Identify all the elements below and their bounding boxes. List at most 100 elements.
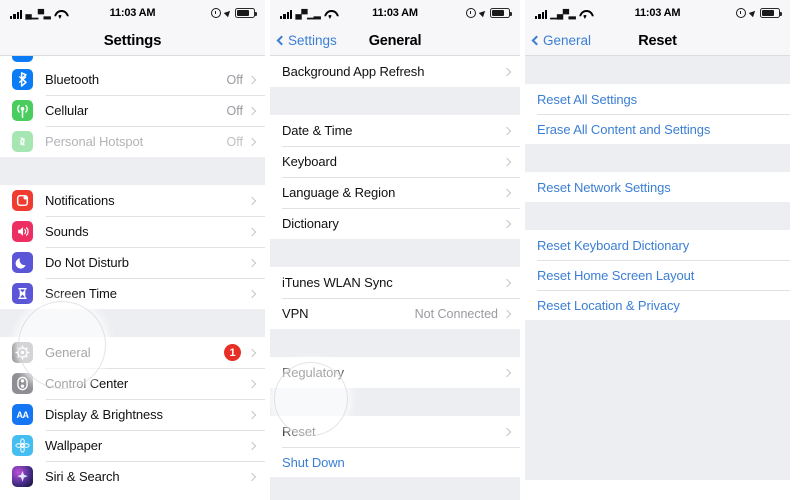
row-label: Screen Time — [45, 286, 117, 301]
chevron-right-icon — [247, 379, 257, 388]
chevron-right-icon — [502, 126, 512, 135]
general-gear-icon — [12, 342, 33, 363]
personal-hotspot-icon — [12, 131, 33, 152]
status-bar: ▄▁▀▂ 11:03 AM — [0, 0, 265, 26]
chevron-right-icon — [247, 227, 257, 236]
row-value: Off — [226, 134, 243, 149]
do-not-disturb-icon — [12, 252, 33, 273]
list-item-reset-home-screen-layout[interactable]: Reset Home Screen Layout — [525, 260, 790, 290]
gear-glyph — [15, 345, 30, 360]
group-separator — [270, 388, 520, 416]
row-label: Display & Brightness — [45, 407, 163, 422]
toggles-glyph — [17, 376, 28, 391]
row-label: Sounds — [45, 224, 89, 239]
sidebar-item-bluetooth[interactable]: Bluetooth Off — [0, 64, 265, 95]
sidebar-item-personal-hotspot[interactable]: Personal Hotspot Off — [0, 126, 265, 157]
settings-list[interactable]: Bluetooth Off Cellular Off Personal Hots… — [0, 56, 265, 500]
chevron-right-icon — [247, 196, 257, 205]
cellular-icon — [12, 100, 33, 121]
chevron-right-icon — [247, 441, 257, 450]
sidebar-item-siri-search[interactable]: Siri & Search — [0, 461, 265, 492]
back-button[interactable]: General — [531, 33, 591, 48]
row-label: Date & Time — [282, 123, 353, 138]
list-item-reset-all-settings[interactable]: Reset All Settings — [525, 84, 790, 114]
row-label: Control Center — [45, 376, 129, 391]
list-item-language-region[interactable]: Language & Region — [270, 177, 520, 208]
battery-icon — [490, 8, 512, 18]
list-bottom-filler — [525, 320, 790, 480]
screen-time-icon — [12, 283, 33, 304]
chevron-right-icon — [502, 427, 512, 436]
row-label: Wallpaper — [45, 438, 103, 453]
sidebar-item-notifications[interactable]: Notifications — [0, 185, 265, 216]
list-item-reset-keyboard-dictionary[interactable]: Reset Keyboard Dictionary — [525, 230, 790, 260]
group-system: General 1 Control Center AA Display & Br… — [0, 337, 265, 492]
chevron-right-icon — [247, 258, 257, 267]
group-connectivity: Bluetooth Off Cellular Off Personal Hots… — [0, 64, 265, 157]
general-list[interactable]: Background App Refresh Date & Time Keybo… — [270, 56, 520, 500]
group-separator — [525, 202, 790, 230]
battery-icon — [760, 8, 782, 18]
sidebar-item-cellular[interactable]: Cellular Off — [0, 95, 265, 126]
row-label: Siri & Search — [45, 469, 120, 484]
group-separator — [0, 157, 265, 185]
row-label: Dictionary — [282, 216, 339, 231]
sidebar-item-sounds[interactable]: Sounds — [0, 216, 265, 247]
group-separator — [0, 309, 265, 337]
sidebar-item-control-center[interactable]: Control Center — [0, 368, 265, 399]
list-item-dictionary[interactable]: Dictionary — [270, 208, 520, 239]
list-item-reset-network-settings[interactable]: Reset Network Settings — [525, 172, 790, 202]
row-value: Off — [226, 103, 243, 118]
row-label: Bluetooth — [45, 72, 100, 87]
reset-list[interactable]: Reset All Settings Erase All Content and… — [525, 56, 790, 500]
group-background-refresh: Background App Refresh — [270, 56, 520, 87]
nav-bar-reset: General Reset — [525, 26, 790, 56]
row-label: iTunes WLAN Sync — [282, 275, 393, 290]
list-item-date-time[interactable]: Date & Time — [270, 115, 520, 146]
list-item-itunes-wlan-sync[interactable]: iTunes WLAN Sync — [270, 267, 520, 298]
sidebar-item-general[interactable]: General 1 — [0, 337, 265, 368]
sidebar-item-wallpaper[interactable]: Wallpaper — [0, 430, 265, 461]
panel-reset: ▁▄▀▂ 11:03 AM General Reset Reset All Se… — [525, 0, 790, 500]
group-localization: Date & Time Keyboard Language & Region D… — [270, 115, 520, 239]
group-reset-all: Reset All Settings Erase All Content and… — [525, 84, 790, 144]
chevron-right-icon — [247, 410, 257, 419]
list-item-reset[interactable]: Reset — [270, 416, 520, 447]
alarm-icon — [211, 8, 221, 18]
sidebar-item-display-brightness[interactable]: AA Display & Brightness — [0, 399, 265, 430]
group-reset-shutdown: Reset Shut Down — [270, 416, 520, 477]
row-value: Not Connected — [414, 306, 498, 321]
panel-general: ▄▀▁▂ 11:03 AM Settings General Backgroun… — [270, 0, 520, 500]
chevron-right-icon — [502, 368, 512, 377]
chevron-left-icon — [531, 35, 542, 46]
siri-glyph — [17, 470, 28, 482]
chevron-right-icon — [247, 289, 257, 298]
group-partial-top — [0, 56, 265, 64]
status-badge: 1 — [224, 344, 241, 361]
control-center-icon — [12, 373, 33, 394]
list-item-erase-all-content-and-settings[interactable]: Erase All Content and Settings — [525, 114, 790, 144]
sidebar-item-screen-time[interactable]: Screen Time — [0, 278, 265, 309]
sounds-icon — [12, 221, 33, 242]
row-label: Reset All Settings — [537, 91, 638, 107]
list-item-keyboard[interactable]: Keyboard — [270, 146, 520, 177]
chevron-right-icon — [502, 188, 512, 197]
group-separator — [270, 87, 520, 115]
back-button[interactable]: Settings — [276, 33, 337, 48]
group-separator — [270, 329, 520, 357]
chevron-right-icon — [247, 75, 257, 84]
list-item-regulatory[interactable]: Regulatory — [270, 357, 520, 388]
sidebar-item-do-not-disturb[interactable]: Do Not Disturb — [0, 247, 265, 278]
row-label: Cellular — [45, 103, 89, 118]
hotspot-link-glyph — [20, 137, 25, 146]
chevron-right-icon — [247, 106, 257, 115]
list-item-vpn[interactable]: VPN Not Connected — [270, 298, 520, 329]
table-row[interactable] — [0, 56, 265, 64]
list-item-shut-down[interactable]: Shut Down — [270, 447, 520, 477]
row-label: Background App Refresh — [282, 64, 425, 79]
cellular-glyph — [17, 104, 28, 119]
alarm-icon — [736, 8, 746, 18]
list-item-background-app-refresh[interactable]: Background App Refresh — [270, 56, 520, 87]
list-item-reset-location-privacy[interactable]: Reset Location & Privacy — [525, 290, 790, 320]
wallpaper-icon — [12, 435, 33, 456]
